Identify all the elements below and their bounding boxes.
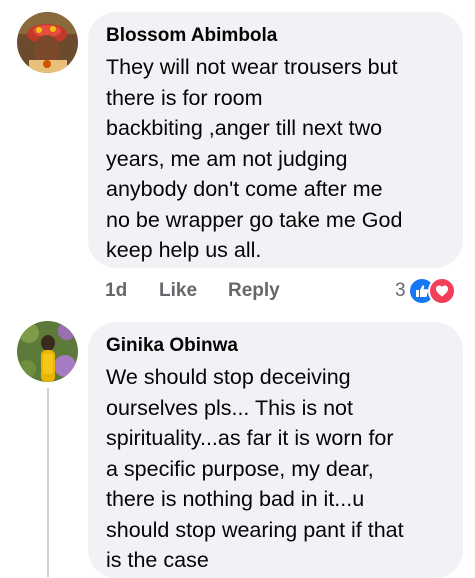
- thread-line: [47, 388, 49, 577]
- like-button[interactable]: Like: [159, 280, 197, 302]
- comment-author[interactable]: Blossom Abimbola: [106, 24, 445, 48]
- avatar[interactable]: [17, 12, 78, 73]
- reactions-summary[interactable]: 3: [395, 276, 456, 306]
- reaction-count: 3: [395, 280, 406, 301]
- comment-bubble: Ginika Obinwa We should stop deceiving o…: [88, 322, 463, 578]
- comment-bubble: Blossom Abimbola They will not wear trou…: [88, 12, 463, 268]
- comment-text: We should stop deceiving ourselves pls..…: [106, 365, 404, 572]
- heart-icon: [427, 277, 456, 305]
- comment-text: They will not wear trousers but there is…: [106, 55, 403, 262]
- reply-button[interactable]: Reply: [228, 280, 280, 302]
- comment-author[interactable]: Ginika Obinwa: [106, 334, 445, 358]
- avatar[interactable]: [17, 321, 78, 382]
- comment-timestamp[interactable]: 1d: [105, 280, 127, 302]
